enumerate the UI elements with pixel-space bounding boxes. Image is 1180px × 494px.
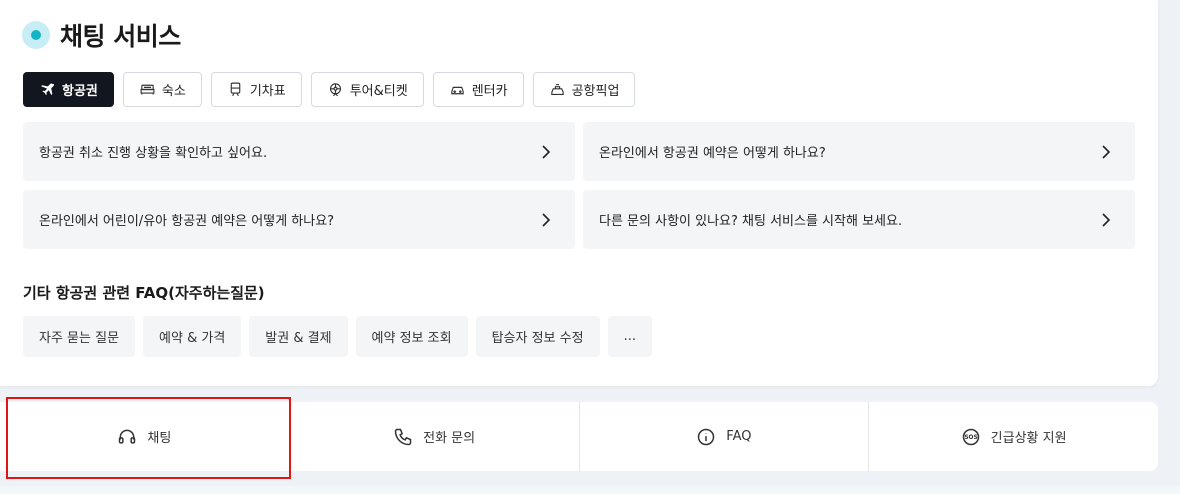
contact-label: 전화 문의 <box>423 431 476 446</box>
svg-text:SOS: SOS <box>964 435 977 441</box>
airplane-icon <box>41 83 55 96</box>
category-tabs: 항공권 숙소 기차표 투어&티켓 렌터카 공항픽업 <box>23 72 644 107</box>
contact-options-bar: 채팅 전화 문의 FAQ SOS 긴급상황 지원 <box>0 402 1158 471</box>
headset-icon <box>119 429 136 444</box>
tab-train[interactable]: 기차표 <box>210 72 302 107</box>
faq-chip-common[interactable]: 자주 묻는 질문 <box>23 316 136 357</box>
chat-service-card: 채팅 서비스 항공권 숙소 기차표 투어&티켓 렌터카 공항픽업 항공권 취소 … <box>0 0 1158 386</box>
tab-accommodation[interactable]: 숙소 <box>122 72 202 107</box>
phone-icon <box>394 428 412 445</box>
chevron-right-icon <box>1102 144 1111 159</box>
contact-faq-button[interactable]: FAQ <box>578 402 869 471</box>
bed-icon <box>140 84 155 95</box>
contact-label: 채팅 <box>147 431 172 446</box>
question-text: 다른 문의 사항이 있나요? 채팅 서비스를 시작해 보세요. <box>599 214 903 229</box>
contact-label: FAQ <box>726 429 752 444</box>
tab-label: 렌터카 <box>471 84 508 99</box>
question-item[interactable]: 항공권 취소 진행 상황을 확인하고 싶어요. <box>23 122 575 181</box>
tab-rental-car[interactable]: 렌터카 <box>432 72 524 107</box>
chevron-right-icon <box>542 212 551 227</box>
faq-section-title: 기타 항공권 관련 FAQ(자주하는질문) <box>23 284 265 302</box>
faq-chip-passenger-edit[interactable]: 탑승자 정보 수정 <box>475 316 600 357</box>
car-icon <box>450 86 464 95</box>
contact-emergency-button[interactable]: SOS 긴급상황 지원 <box>868 402 1158 471</box>
contact-label: 긴급상황 지원 <box>990 431 1067 446</box>
info-icon <box>698 428 715 445</box>
tab-label: 기차표 <box>249 84 286 99</box>
pickup-car-icon <box>550 83 564 96</box>
tab-tours-tickets[interactable]: 투어&티켓 <box>310 72 424 107</box>
faq-chip-booking-price[interactable]: 예약 & 가격 <box>143 316 242 357</box>
question-text: 온라인에서 어린이/유아 항공권 예약은 어떻게 하나요? <box>39 214 335 229</box>
ferris-wheel-icon <box>329 83 341 97</box>
question-item[interactable]: 온라인에서 항공권 예약은 어떻게 하나요? <box>583 122 1135 181</box>
question-text: 항공권 취소 진행 상황을 확인하고 싶어요. <box>39 146 268 161</box>
faq-chip-booking-lookup[interactable]: 예약 정보 조회 <box>355 316 468 357</box>
question-text: 온라인에서 항공권 예약은 어떻게 하나요? <box>599 146 826 161</box>
tab-airport-pickup[interactable]: 공항픽업 <box>532 72 636 107</box>
page-title: 채팅 서비스 <box>60 22 181 51</box>
faq-chips: 자주 묻는 질문 예약 & 가격 발권 & 결제 예약 정보 조회 탑승자 정보… <box>23 316 660 357</box>
contact-chat-button[interactable]: 채팅 <box>0 402 289 471</box>
faq-chip-more[interactable]: ... <box>607 316 652 357</box>
chevron-right-icon <box>1102 212 1111 227</box>
tab-label: 투어&티켓 <box>349 84 408 99</box>
question-item[interactable]: 다른 문의 사항이 있나요? 채팅 서비스를 시작해 보세요. <box>583 190 1135 249</box>
tab-label: 항공권 <box>62 84 98 99</box>
tab-label: 숙소 <box>161 84 186 99</box>
title-row: 채팅 서비스 <box>22 17 181 53</box>
tab-label: 공항픽업 <box>571 84 620 99</box>
tab-flights[interactable]: 항공권 <box>23 72 114 107</box>
contact-phone-button[interactable]: 전화 문의 <box>288 402 579 471</box>
question-item[interactable]: 온라인에서 어린이/유아 항공권 예약은 어떻게 하나요? <box>23 190 575 249</box>
sos-icon: SOS <box>962 428 979 445</box>
train-icon <box>230 82 241 97</box>
faq-chip-ticketing-payment[interactable]: 발권 & 결제 <box>249 316 348 357</box>
chevron-right-icon <box>542 144 551 159</box>
title-dot-icon <box>22 21 50 49</box>
bottom-strip <box>0 486 1180 494</box>
